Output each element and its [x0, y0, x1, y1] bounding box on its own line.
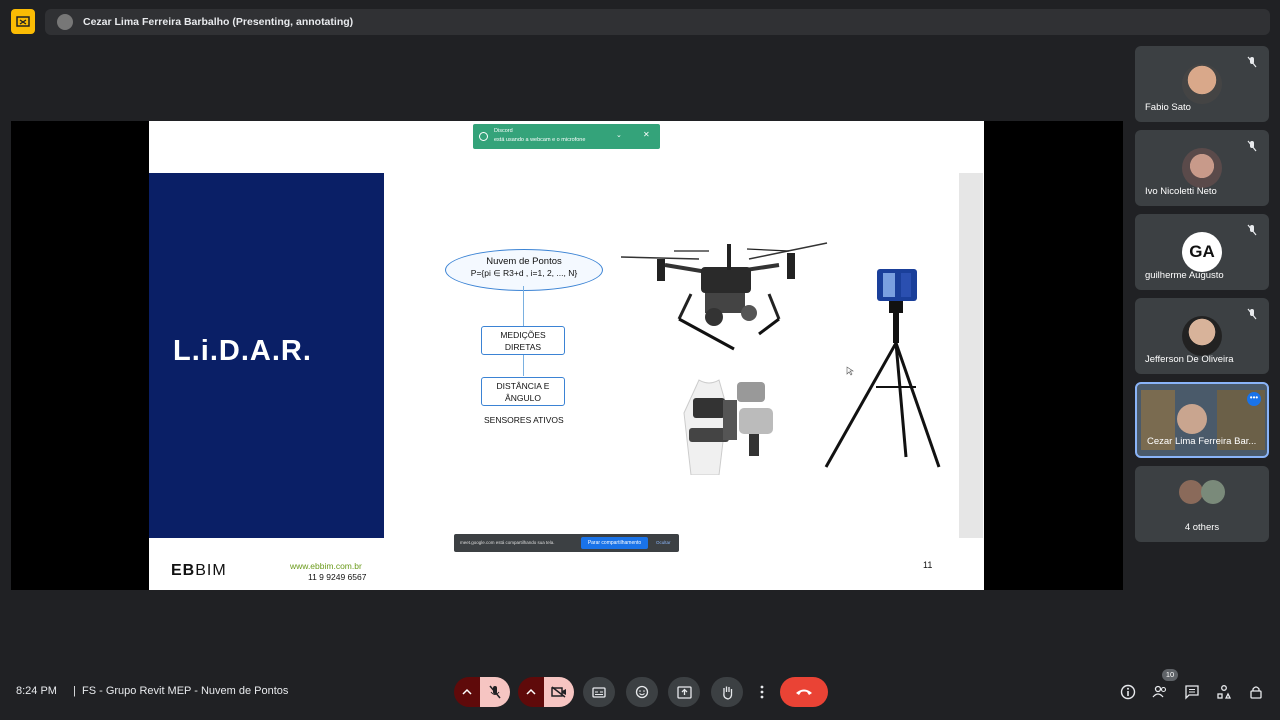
drone-image	[620, 242, 828, 351]
stop-sharing-button[interactable]: Parar compartilhamento	[581, 537, 648, 549]
participant-tile-active[interactable]: ••• Cezar Lima Ferreira Bar...	[1135, 382, 1269, 458]
discord-info-icon	[479, 132, 488, 141]
direct-measure-label: MEDIÇÕES DIRETAS	[500, 329, 546, 352]
logo-bold: EB	[171, 562, 196, 579]
meeting-title-text: FS - Grupo Revit MEP - Nuvem de Pontos	[81, 685, 289, 697]
people-count-badge: 10	[1162, 669, 1178, 681]
emoji-icon	[635, 685, 649, 699]
avatar	[1179, 480, 1203, 504]
close-icon[interactable]: ✕	[643, 130, 650, 139]
phone-text: 11 9 9249 6567	[308, 572, 367, 582]
chevron-up-icon	[526, 688, 536, 695]
ebbim-logo: EBBIM	[171, 562, 227, 580]
end-call-button[interactable]	[780, 677, 828, 707]
presented-slide: L.i.D.A.R. Discord está usando a webcam …	[149, 121, 984, 590]
mic-off-icon	[1247, 224, 1257, 236]
distance-angle-label: DISTÂNCIA E ÂNGULO	[496, 380, 550, 403]
top-bar: Cezar Lima Ferreira Barbalho (Presenting…	[0, 0, 1280, 44]
logo-rest: BIM	[195, 562, 227, 579]
discord-notification[interactable]: Discord está usando a webcam e o microfo…	[473, 124, 660, 149]
avatar	[1177, 404, 1207, 434]
avatar	[1182, 64, 1222, 104]
chevron-down-icon[interactable]: ⌄	[616, 131, 622, 139]
host-controls-icon[interactable]	[1248, 684, 1264, 700]
presenter-banner[interactable]: Cezar Lima Ferreira Barbalho (Presenting…	[45, 9, 1270, 35]
presentation-icon[interactable]	[11, 9, 35, 34]
meeting-title: | FS - Grupo Revit MEP - Nuvem de Pontos	[73, 685, 289, 697]
avatar: GA	[1182, 232, 1222, 272]
website-text: www.ebbim.com.br	[290, 561, 362, 571]
slide-page-number: 11	[923, 560, 933, 570]
slide-title: L.i.D.A.R.	[173, 335, 312, 367]
wearable-scanner-image	[683, 379, 773, 475]
hand-icon	[722, 686, 732, 700]
mic-options-button[interactable]	[454, 677, 480, 707]
more-vert-icon	[760, 685, 764, 699]
phone-hangup-icon	[796, 689, 812, 695]
more-options-button[interactable]	[752, 677, 772, 707]
participant-name: guilherme Augusto	[1145, 270, 1224, 281]
tripod-scanner-image	[824, 269, 941, 468]
discord-title: Discord	[494, 128, 513, 134]
distance-angle-box: DISTÂNCIA E ÂNGULO	[481, 377, 565, 406]
discord-message: está usando a webcam e o microfone	[494, 137, 586, 143]
slide-side-bar	[959, 173, 983, 538]
cloud-formula: P={pi ∈ R3+d , i=1, 2, ..., N}	[470, 268, 578, 278]
screen-share-message: meet.google.com está compartilhando sua …	[460, 540, 555, 545]
raise-hand-button[interactable]	[711, 677, 743, 707]
screen-share-notice: meet.google.com está compartilhando sua …	[454, 534, 679, 552]
cloud-shape: Nuvem de Pontos P={pi ∈ R3+d , i=1, 2, .…	[445, 249, 603, 291]
camera-off-icon	[551, 686, 566, 698]
mic-off-icon	[1247, 308, 1257, 320]
participant-name: Fabio Sato	[1145, 102, 1191, 113]
camera-toggle-button[interactable]	[544, 677, 574, 707]
participant-tile[interactable]: GA guilherme Augusto	[1135, 214, 1269, 290]
cloud-title: Nuvem de Pontos	[486, 256, 562, 267]
more-options-icon[interactable]: •••	[1247, 392, 1261, 406]
activities-icon[interactable]	[1216, 684, 1232, 700]
mic-toggle-button[interactable]	[480, 677, 510, 707]
present-button[interactable]	[668, 677, 700, 707]
participant-tile[interactable]: Ivo Nicoletti Neto	[1135, 130, 1269, 206]
hide-notice-button[interactable]: Ocultar	[656, 540, 671, 545]
bottom-bar: 8:24 PM | FS - Grupo Revit MEP - Nuvem d…	[0, 672, 1280, 720]
captions-icon	[592, 686, 606, 698]
people-icon[interactable]	[1152, 684, 1168, 700]
others-label: 4 others	[1184, 522, 1220, 533]
active-sensors-label: SENSORES ATIVOS	[484, 415, 564, 425]
info-icon[interactable]	[1120, 684, 1136, 700]
captions-button[interactable]	[583, 677, 615, 707]
participant-name: Ivo Nicoletti Neto	[1145, 186, 1217, 197]
mouse-cursor-icon	[846, 366, 854, 376]
chevron-up-icon	[462, 688, 472, 695]
chat-icon[interactable]	[1184, 684, 1200, 700]
clock: 8:24 PM	[16, 685, 57, 697]
mic-off-icon	[1247, 56, 1257, 68]
participant-tile[interactable]: Jefferson De Oliveira	[1135, 298, 1269, 374]
participant-name: Jefferson De Oliveira	[1145, 354, 1234, 365]
avatar	[1201, 480, 1225, 504]
presenter-avatar	[57, 14, 73, 30]
avatar	[1182, 316, 1222, 356]
reactions-button[interactable]	[626, 677, 658, 707]
participant-name: Cezar Lima Ferreira Bar...	[1147, 436, 1257, 447]
presenter-label: Cezar Lima Ferreira Barbalho (Presenting…	[83, 16, 354, 28]
avatar	[1182, 148, 1222, 188]
mic-off-icon	[489, 685, 501, 699]
participant-tile[interactable]: Fabio Sato	[1135, 46, 1269, 122]
mic-off-icon	[1247, 140, 1257, 152]
camera-options-button[interactable]	[518, 677, 544, 707]
direct-measure-box: MEDIÇÕES DIRETAS	[481, 326, 565, 355]
participant-tile-others[interactable]: 4 others	[1135, 466, 1269, 542]
present-screen-icon	[676, 685, 692, 699]
